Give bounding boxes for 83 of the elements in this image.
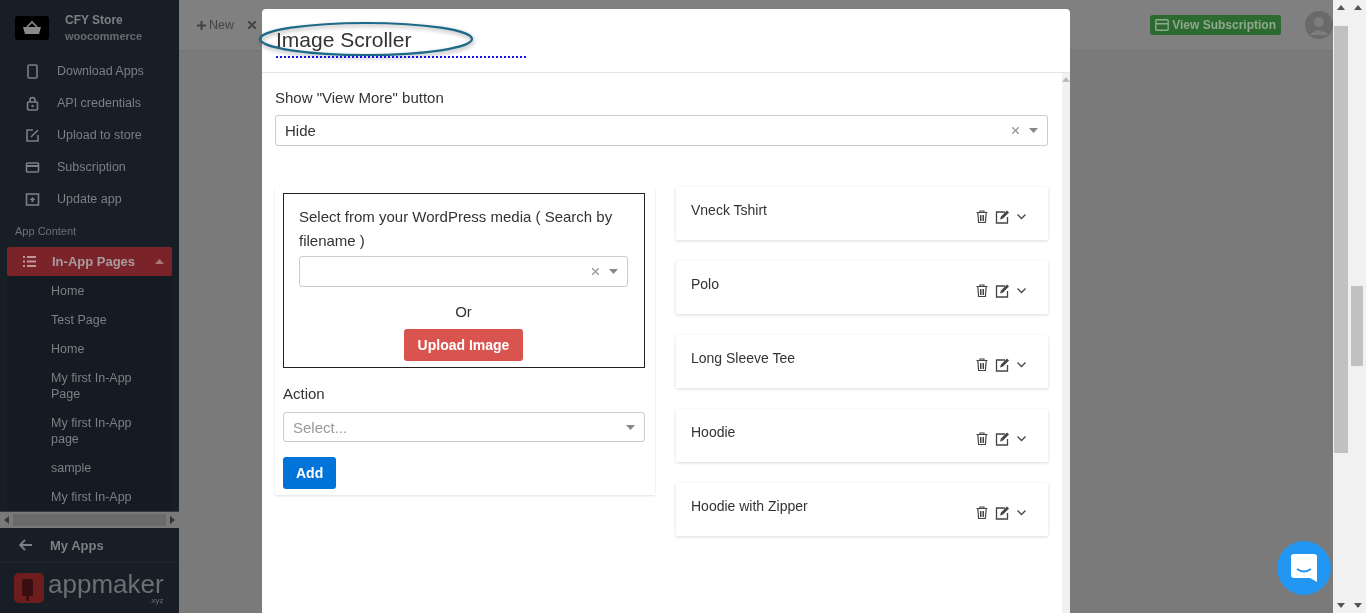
add-button[interactable]: Add [283, 457, 337, 489]
upload-box-icon [25, 191, 40, 207]
section-label: App Content [14, 224, 78, 239]
item-title: Polo [691, 276, 720, 294]
edit-icon [995, 431, 1010, 446]
submenu-item[interactable]: My first In-App Page [7, 363, 172, 408]
card-icon [25, 159, 40, 175]
submenu-item[interactable]: Home [7, 334, 172, 363]
brand-logo-icon [14, 573, 44, 603]
item-card[interactable]: Hoodie with Zipper [676, 483, 1048, 536]
submenu-item[interactable]: sample [7, 453, 172, 482]
caret-down-icon [1029, 128, 1038, 133]
caret-down-icon [626, 424, 635, 430]
list-icon [23, 256, 36, 267]
page-scrollbar[interactable] [1349, 0, 1366, 613]
new-button[interactable]: New [197, 18, 234, 32]
trash-icon [976, 506, 988, 519]
chevron-down-icon [1017, 287, 1026, 294]
submenu-item[interactable]: My first In-App [7, 482, 172, 511]
store-name: CFY Store [65, 13, 124, 27]
caret-up-icon [155, 259, 164, 264]
trash-icon [976, 284, 988, 297]
submenu-item[interactable]: Home [7, 276, 172, 305]
item-card[interactable]: Polo [676, 261, 1048, 314]
modal-scrollbar[interactable] [1062, 73, 1070, 613]
trash-icon [976, 432, 988, 445]
basket-logo-icon [15, 15, 49, 40]
clear-icon [592, 268, 599, 275]
edit-icon [995, 357, 1010, 372]
field-label: Show "View More" button [275, 89, 445, 106]
scroll-up-icon [1062, 77, 1070, 82]
store-platform: woocommerce [65, 30, 143, 42]
chevron-down-icon [1017, 435, 1026, 442]
phone-icon [25, 63, 40, 79]
field-label: Action [283, 385, 326, 402]
item-title: Vneck Tshirt [691, 202, 767, 220]
field-label: Select from your WordPress media ( Search by filename ) [299, 207, 614, 251]
nav-item[interactable]: Download Apps [0, 55, 179, 87]
nav-item[interactable]: Upload to store [0, 119, 179, 151]
horizontal-scrollbar[interactable] [0, 511, 179, 528]
or-text: Or [455, 303, 472, 320]
item-title: Long Sleeve Tee [691, 350, 796, 368]
select-field[interactable]: Hide [275, 115, 1048, 146]
item-title: Hoodie with Zipper [691, 498, 808, 516]
submenu-item[interactable]: Test Page [7, 305, 172, 334]
select-field[interactable] [299, 256, 628, 287]
trash-icon [976, 210, 988, 223]
page-scrollbar[interactable] [1333, 0, 1349, 613]
close-icon [248, 21, 256, 29]
scrollbar-thumb[interactable] [1351, 286, 1363, 366]
arrow-left-icon [19, 539, 33, 551]
select-field[interactable]: Select... [283, 412, 645, 442]
scrollbar-thumb[interactable] [1334, 26, 1348, 453]
lock-icon [25, 95, 40, 111]
item-title: Hoodie [691, 424, 736, 442]
scroll-left-icon [4, 516, 9, 524]
chevron-down-icon [1017, 361, 1026, 368]
chevron-down-icon [1017, 509, 1026, 516]
nav-item[interactable]: API credentials [0, 87, 179, 119]
brand-suffix: .xyz [149, 595, 164, 605]
chevron-down-icon [1017, 213, 1026, 220]
edit-icon [995, 505, 1010, 520]
card-icon [1155, 19, 1170, 31]
chat-bubble-icon [1291, 554, 1317, 582]
caret-down-icon [609, 269, 618, 274]
nav-item[interactable]: Subscription [0, 151, 179, 183]
menu-item[interactable]: In-App Pages [7, 247, 172, 276]
clear-icon [1012, 127, 1019, 134]
plus-icon [197, 20, 206, 30]
item-card[interactable]: Long Sleeve Tee [676, 335, 1048, 388]
brand-name: appmaker [48, 571, 164, 596]
submenu-item[interactable]: My first In-App page [7, 408, 172, 453]
edit-box-icon [25, 127, 40, 143]
trash-icon [976, 358, 988, 371]
scroll-right-icon [170, 516, 175, 524]
item-card[interactable]: Hoodie [676, 409, 1048, 462]
nav-item[interactable]: Update app [0, 183, 179, 215]
modal-title: Image Scroller [276, 28, 412, 52]
edit-icon [995, 283, 1010, 298]
edit-icon [995, 209, 1010, 224]
view-subscription-button[interactable]: View Subscription [1150, 15, 1281, 35]
item-card[interactable]: Vneck Tshirt [676, 187, 1048, 240]
upload-image-button[interactable]: Upload Image [403, 329, 524, 361]
